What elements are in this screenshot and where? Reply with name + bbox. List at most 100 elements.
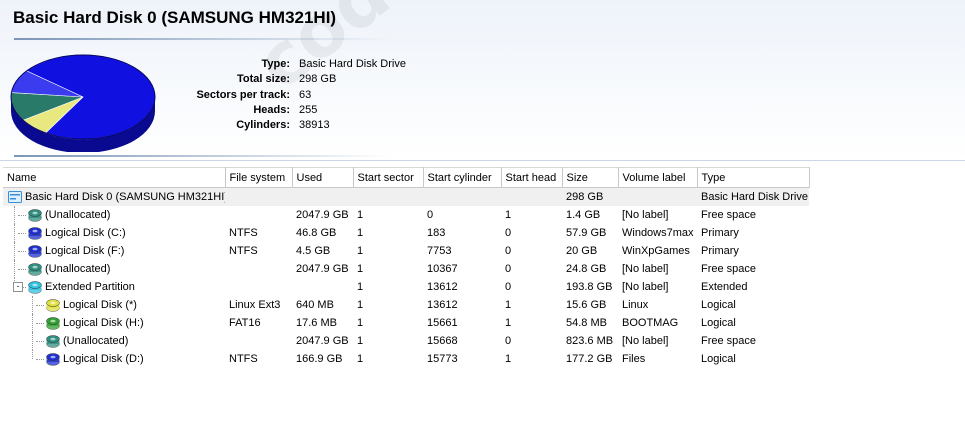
cell-file-system: FAT16 — [229, 317, 261, 329]
cell-volume-label: Linux — [622, 299, 649, 311]
cell-file-system: NTFS — [229, 245, 258, 257]
cell-volume-label: [No label] — [622, 335, 669, 347]
disk-info-header: Basic Hard Disk 0 (SAMSUNG HM321HI) Type… — [0, 0, 965, 161]
cell-used: 166.9 GB — [296, 353, 343, 365]
cell-name[interactable]: Logical Disk (*) — [3, 296, 225, 314]
cell-name[interactable]: Logical Disk (D:) — [3, 350, 225, 368]
cell-name[interactable]: - Extended Partition — [3, 278, 225, 296]
partition-table-body: -Basic Hard Disk 0 (SAMSUNG HM321HI) 298 … — [3, 187, 809, 369]
cell-file-system: NTFS — [229, 227, 258, 239]
cell-file-system: NTFS — [229, 353, 258, 365]
ntfs-volume-icon — [27, 225, 43, 241]
column-header-file-system[interactable]: File system — [225, 167, 293, 188]
table-row[interactable]: Logical Disk (*) Linux Ext3 640 MB 1 13612 1 1… — [3, 296, 809, 314]
tree-line — [32, 296, 33, 314]
cell-type: Free space — [701, 209, 757, 221]
tree-line — [14, 206, 15, 224]
cell-name[interactable]: (Unallocated) — [3, 260, 225, 278]
cell-type: Free space — [701, 335, 757, 347]
cell-name[interactable]: -Basic Hard Disk 0 (SAMSUNG HM321HI) — [3, 187, 225, 206]
cell-type: Logical — [701, 299, 736, 311]
cell-type: Primary — [701, 227, 739, 239]
cell-start-head: 1 — [505, 353, 512, 365]
tree-connector — [36, 323, 44, 324]
cell-used: 2047.9 GB — [296, 209, 349, 221]
cell-used: 17.6 MB — [296, 317, 337, 329]
disk-title: Basic Hard Disk 0 (SAMSUNG HM321HI) — [13, 8, 337, 27]
column-header-used[interactable]: Used — [292, 167, 354, 188]
cell-name[interactable]: (Unallocated) — [3, 332, 225, 350]
property-value: Basic Hard Disk Drive — [299, 58, 406, 70]
cell-start-cylinder: 7753 — [427, 245, 452, 257]
property-key: Sectors per track: — [196, 88, 290, 101]
cell-size: 193.8 GB — [566, 281, 613, 293]
cell-name[interactable]: Logical Disk (F:) — [3, 242, 225, 260]
row-name-label: Logical Disk (D:) — [63, 353, 144, 365]
cell-type: Logical — [701, 317, 736, 329]
unallocated-icon — [45, 333, 61, 349]
property-key: Type: — [261, 58, 290, 70]
row-name-label: (Unallocated) — [63, 335, 129, 347]
cell-file-system — [225, 278, 292, 296]
ntfs-volume-icon — [27, 243, 43, 259]
property-value: 255 — [299, 103, 318, 116]
table-row[interactable]: Logical Disk (C:) NTFS 46.8 GB 1 183 0 57.9 GB… — [3, 224, 809, 242]
extended-partition-icon — [27, 279, 43, 295]
column-header-start-cylinder[interactable]: Start cylinder — [423, 167, 502, 188]
cell-start-sector: 1 — [357, 281, 364, 293]
column-header-start-head[interactable]: Start head — [501, 167, 563, 188]
cell-start-sector — [353, 187, 423, 206]
cell-volume-label: WinXpGames — [622, 245, 690, 257]
column-header-start-sector[interactable]: Start sector — [353, 167, 424, 188]
table-row[interactable]: -Basic Hard Disk 0 (SAMSUNG HM321HI) 298 … — [3, 187, 809, 206]
cell-used: 46.8 GB — [296, 227, 337, 239]
tree-connector — [18, 233, 26, 234]
cell-volume-label: [No label] — [622, 263, 669, 275]
table-row[interactable]: (Unallocated) 2047.9 GB 1 10367 0 24.8 GB [No … — [3, 260, 809, 278]
tree-connector — [36, 305, 44, 306]
cell-file-system — [225, 260, 292, 278]
cell-used — [292, 187, 353, 206]
cell-used — [292, 278, 353, 296]
row-name-label: Logical Disk (*) — [63, 299, 137, 311]
table-row[interactable]: (Unallocated) 2047.9 GB 1 15668 0 823.6 MB [No… — [3, 332, 809, 350]
title-divider — [14, 38, 392, 40]
column-header-volume-label[interactable]: Volume label — [618, 167, 698, 188]
cell-start-head: 0 — [505, 227, 512, 239]
table-row[interactable]: - Extended Partition 1 13612 0 193.8 GB [No l… — [3, 278, 809, 296]
cell-size: 298 GB — [562, 187, 618, 206]
tree-connector — [18, 269, 26, 270]
cell-start-head: 0 — [505, 245, 512, 257]
table-row[interactable]: Logical Disk (F:) NTFS 4.5 GB 1 7753 0 20 GB Wi… — [3, 242, 809, 260]
cell-volume-label: Files — [622, 353, 646, 365]
tree-line — [32, 350, 33, 359]
cell-file-system — [225, 206, 292, 224]
property-key: Total size: — [237, 73, 290, 86]
column-header-type[interactable]: Type — [697, 167, 810, 188]
cell-volume-label: BOOTMAG — [622, 317, 679, 329]
cell-name[interactable]: (Unallocated) — [3, 206, 225, 224]
cell-size: 20 GB — [566, 245, 598, 257]
table-row[interactable]: Logical Disk (H:) FAT16 17.6 MB 1 15661 1 54.8… — [3, 314, 809, 332]
collapse-toggle[interactable]: - — [13, 282, 23, 292]
row-name-label: Logical Disk (H:) — [63, 317, 144, 329]
tree-line — [14, 260, 15, 278]
cell-name[interactable]: Logical Disk (H:) — [3, 314, 225, 332]
table-row[interactable]: (Unallocated) 2047.9 GB 1 0 1 1.4 GB [No label… — [3, 206, 809, 224]
property-key: Heads: — [253, 103, 290, 116]
cell-start-cylinder: 0 — [427, 209, 434, 221]
unallocated-icon — [27, 261, 43, 277]
cell-volume-label: Windows7max — [622, 227, 694, 239]
disk-usage-pie-chart — [10, 54, 156, 152]
cell-name[interactable]: Logical Disk (C:) — [3, 224, 225, 242]
cell-file-system — [225, 187, 292, 206]
cell-start-head: 0 — [505, 263, 512, 275]
property-value: 63 — [299, 88, 312, 101]
cell-start-cylinder: 13612 — [427, 299, 458, 311]
unallocated-icon — [27, 207, 43, 223]
fat-volume-icon — [45, 315, 61, 331]
column-header-size[interactable]: Size — [562, 167, 619, 188]
tree-connector — [36, 341, 44, 342]
table-row[interactable]: Logical Disk (D:) NTFS 166.9 GB 1 15773 1 177.… — [3, 350, 809, 368]
column-header-name[interactable]: Name — [3, 167, 226, 188]
